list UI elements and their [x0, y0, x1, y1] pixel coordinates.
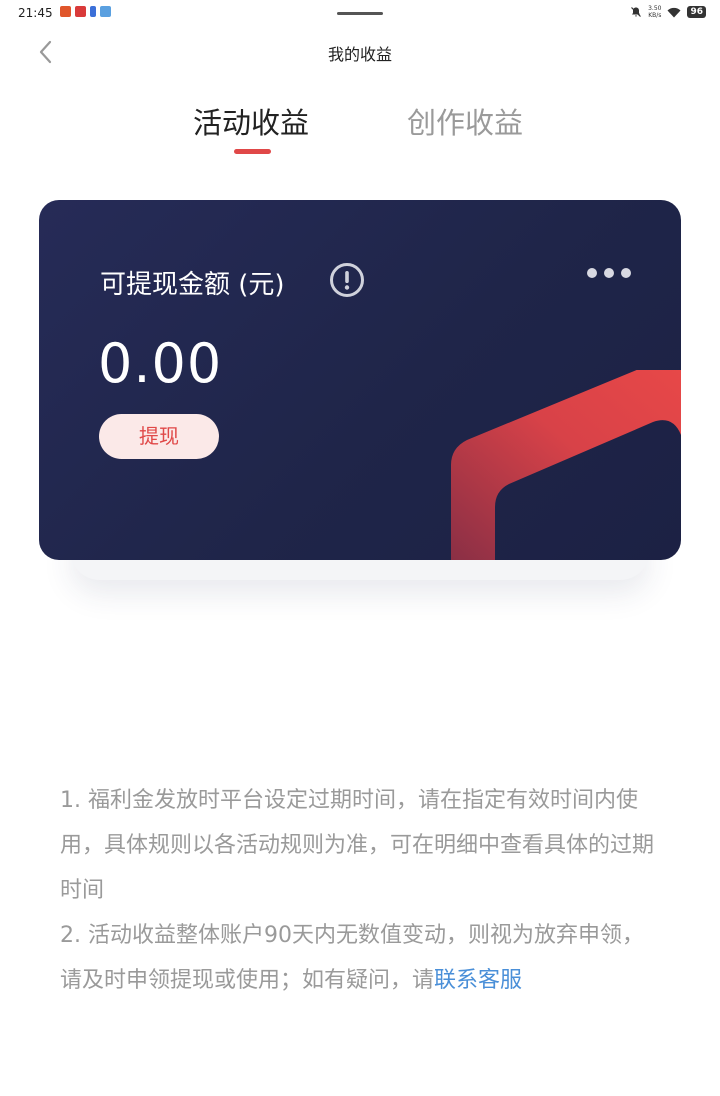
app-notification-icon — [90, 6, 96, 17]
dot — [621, 268, 631, 278]
status-indicators: 3.50 KB/s 96 — [630, 5, 706, 19]
earnings-card: 可提现金额 (元) 0.00 提现 — [39, 200, 681, 560]
withdraw-button[interactable]: 提现 — [99, 414, 219, 459]
note-1: 1. 福利金发放时平台设定过期时间，请在指定有效时间内使用，具体规则以各活动规则… — [60, 788, 655, 903]
status-bar: 21:45 3.50 KB/s 96 — [0, 0, 720, 28]
rules-notes: 1. 福利金发放时平台设定过期时间，请在指定有效时间内使用，具体规则以各活动规则… — [60, 778, 660, 1003]
tab-creation-earnings[interactable]: 创作收益 — [407, 100, 523, 142]
app-notification-icon — [75, 6, 86, 17]
contact-support-link[interactable]: 联系客服 — [434, 968, 522, 993]
withdrawable-amount-label: 可提现金额 (元) — [100, 270, 285, 300]
note-2: 2. 活动收益整体账户90天内无数值变动，则视为放弃申领，请及时申领提现或使用；… — [60, 913, 660, 1003]
info-exclamation-icon[interactable] — [329, 262, 365, 298]
net-speed: 3.50 KB/s — [648, 5, 661, 19]
withdrawable-amount-value: 0.00 — [98, 332, 223, 395]
note-2-text: 2. 活动收益整体账户90天内无数值变动，则视为放弃申领，请及时申领提现或使用；… — [60, 923, 644, 993]
card-decoration — [451, 370, 681, 560]
net-speed-unit: KB/s — [648, 12, 662, 19]
drag-handle[interactable] — [337, 12, 383, 15]
net-speed-value: 3.50 — [648, 5, 662, 12]
status-app-icons — [60, 6, 111, 17]
app-notification-icon — [60, 6, 71, 17]
status-time: 21:45 — [18, 6, 53, 20]
tab-activity-earnings[interactable]: 活动收益 — [193, 100, 309, 142]
active-tab-indicator — [234, 149, 271, 154]
dot — [604, 268, 614, 278]
dot — [587, 268, 597, 278]
more-dots-icon[interactable] — [587, 268, 631, 278]
mute-bell-icon — [631, 7, 642, 17]
app-notification-icon — [100, 6, 111, 17]
wifi-icon — [667, 7, 681, 17]
page-title: 我的收益 — [327, 45, 392, 64]
battery-indicator: 96 — [687, 6, 706, 18]
